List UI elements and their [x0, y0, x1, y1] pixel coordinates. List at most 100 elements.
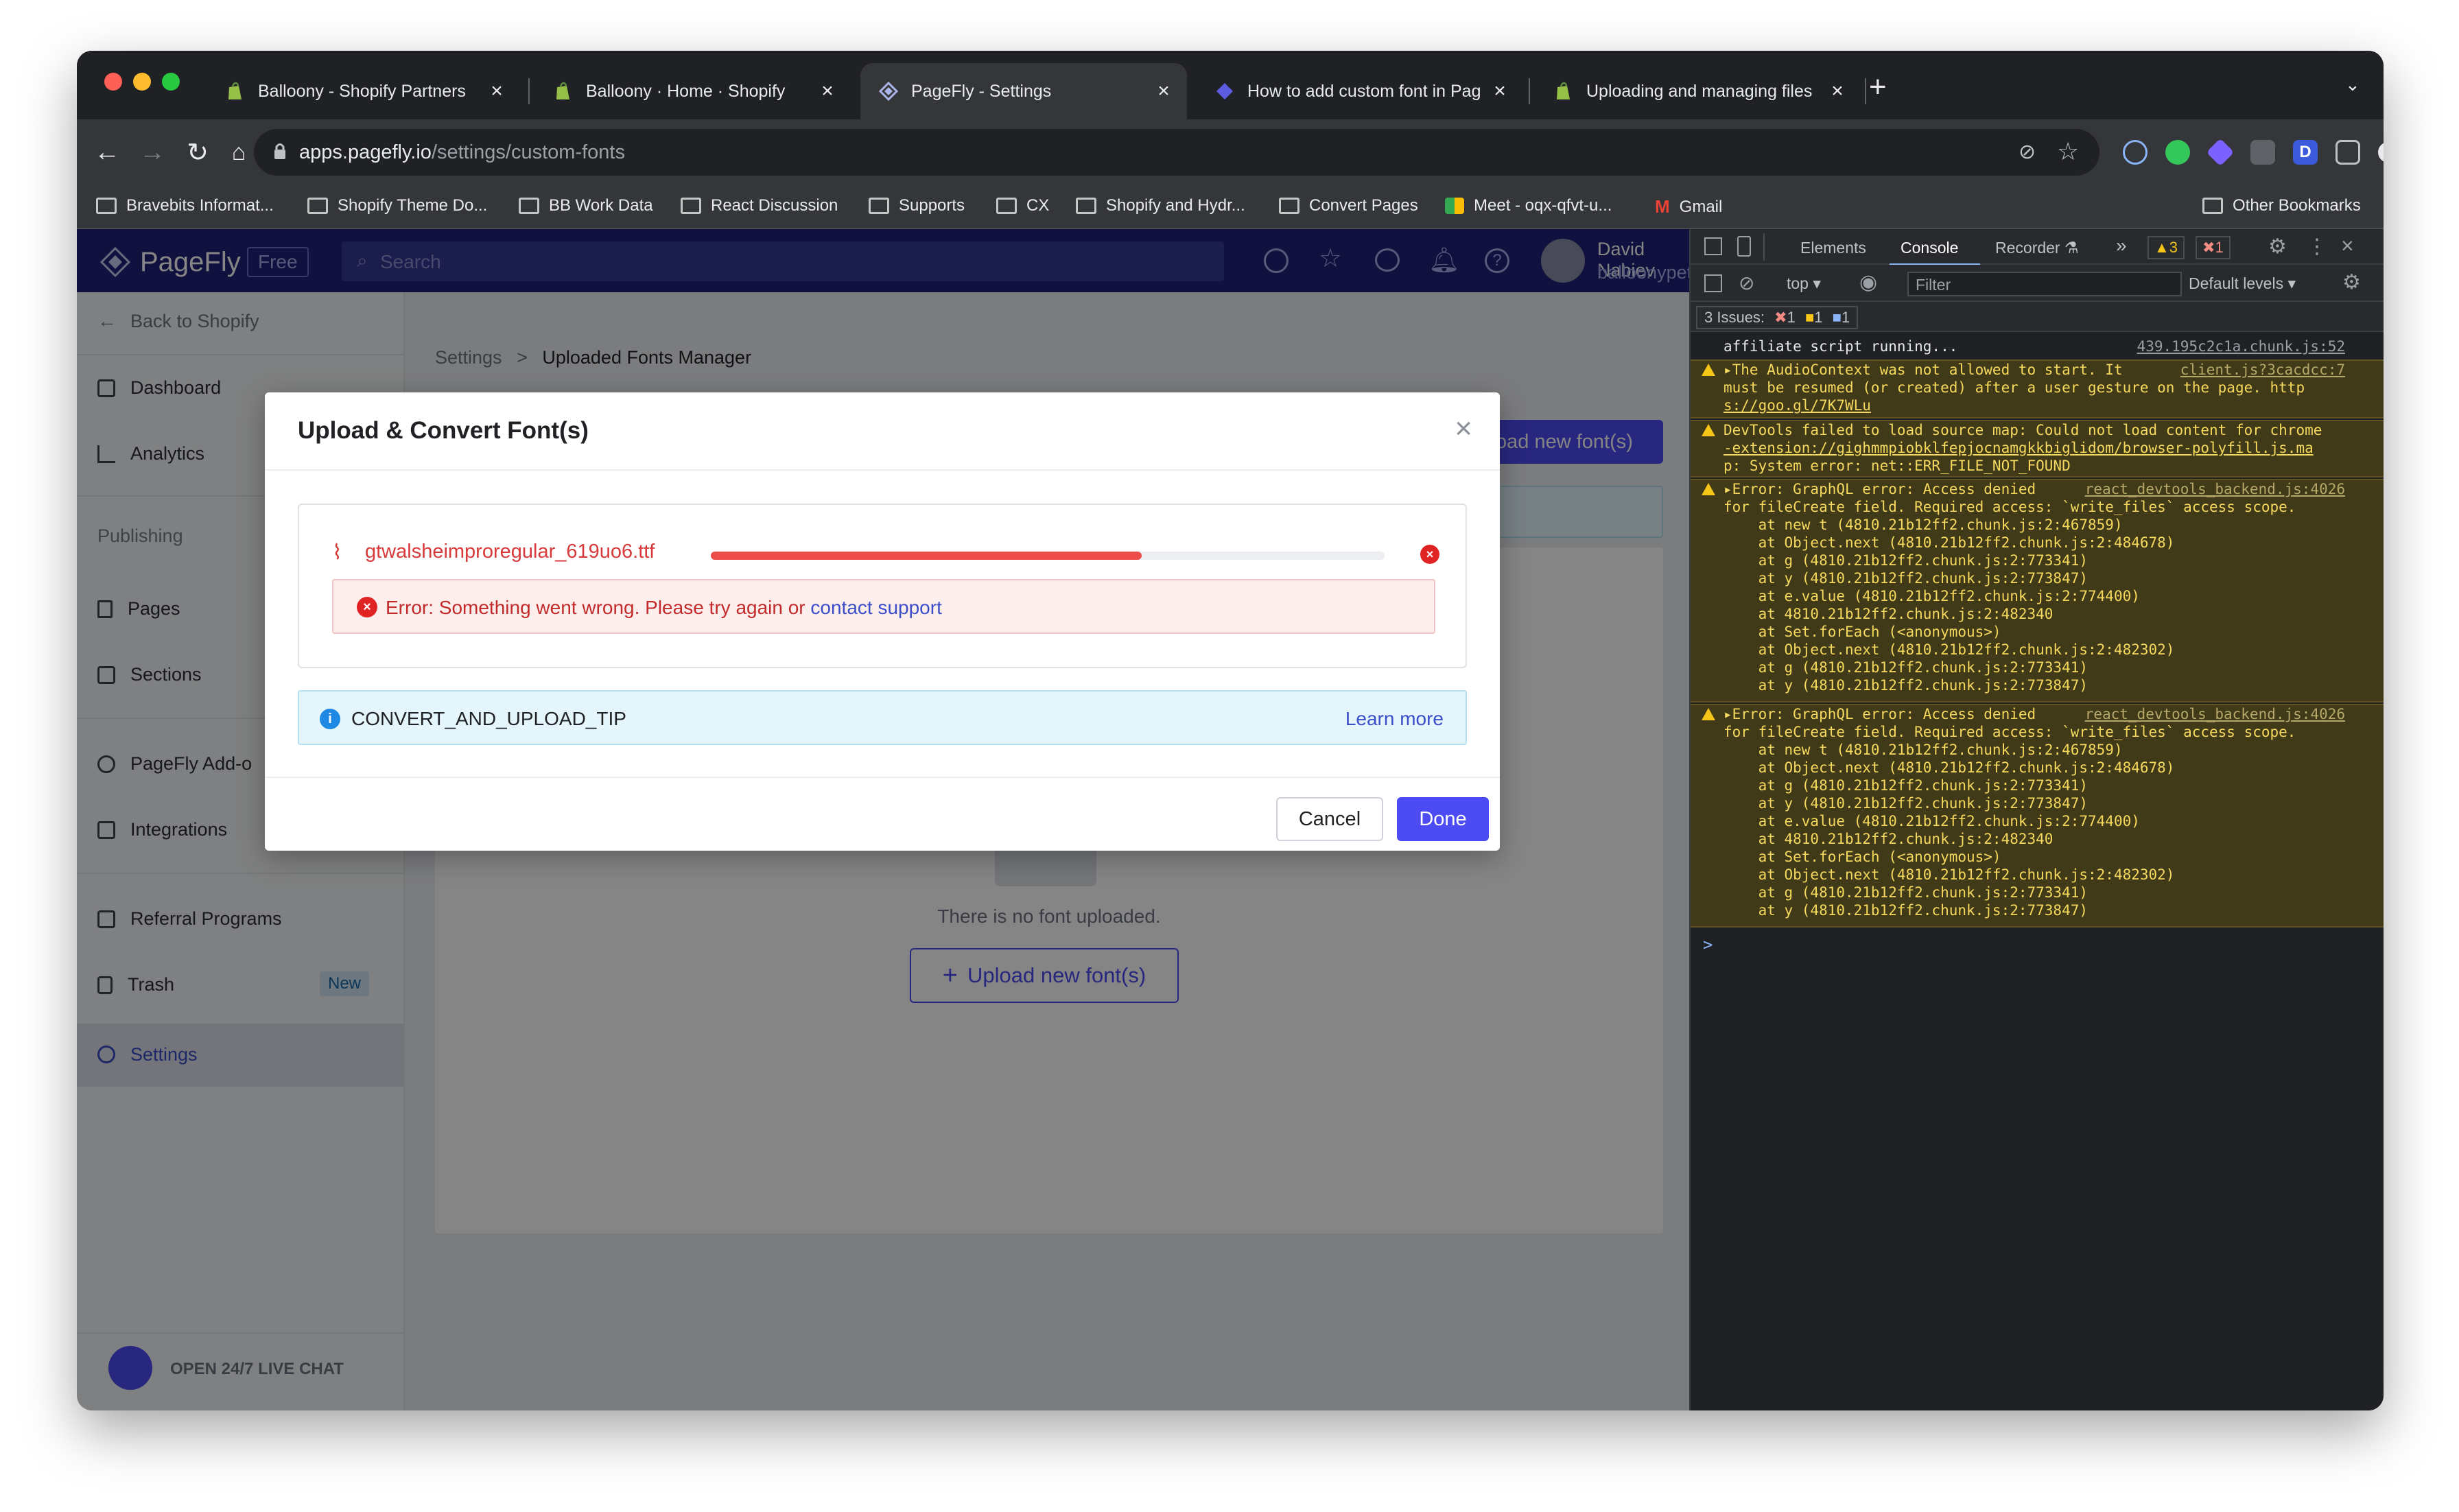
folder-icon — [96, 198, 117, 214]
stack-frame[interactable]: at new t (4810.21b12ff2.chunk.js:2:46785… — [1691, 741, 2384, 759]
stack-frame[interactable]: at new t (4810.21b12ff2.chunk.js:2:46785… — [1691, 516, 2384, 534]
maximize-window-button[interactable] — [162, 73, 180, 91]
remove-file-icon[interactable]: × — [1420, 545, 1439, 564]
stack-frame[interactable]: at y (4810.21b12ff2.chunk.js:2:773847) — [1691, 794, 2384, 812]
gear-icon[interactable]: ⚙ — [2342, 270, 2361, 294]
contact-support-link[interactable]: contact support — [810, 597, 941, 618]
stack-frame[interactable]: at g (4810.21b12ff2.chunk.js:2:773341) — [1691, 777, 2384, 794]
bookmark-item[interactable]: CX — [996, 196, 1049, 215]
bookmark-item[interactable]: Bravebits Informat... — [96, 196, 274, 215]
tab-label: Balloony · Home · Shopify — [586, 81, 786, 101]
google-meet-icon — [1445, 198, 1464, 214]
stack-frame[interactable]: at 4810.21b12ff2.chunk.js:2:482340 — [1691, 830, 2384, 848]
d-extension-icon[interactable]: D — [2293, 140, 2318, 165]
forward-arrow-icon[interactable]: → — [134, 134, 170, 170]
stack-frame[interactable]: at Object.next (4810.21b12ff2.chunk.js:2… — [1691, 759, 2384, 777]
close-icon[interactable]: × — [1486, 80, 1514, 103]
tab-pagefly-settings[interactable]: PageFly - Settings × — [860, 63, 1187, 119]
close-icon[interactable]: × — [1824, 80, 1851, 103]
new-tab-button[interactable]: + — [1869, 70, 1887, 104]
extension-green-icon[interactable] — [2165, 140, 2190, 165]
tab-shopify-home[interactable]: Balloony · Home · Shopify × — [535, 63, 851, 119]
bookmark-item[interactable]: Shopify and Hydr... — [1076, 196, 1245, 215]
bookmark-item[interactable]: Convert Pages — [1279, 196, 1418, 215]
more-tabs-icon[interactable]: » — [2116, 235, 2127, 257]
error-count-badge[interactable]: ✖1 — [2196, 236, 2231, 259]
stack-frame[interactable]: at g (4810.21b12ff2.chunk.js:2:773341) — [1691, 659, 2384, 676]
tab-uploading-files[interactable]: Uploading and managing files × — [1536, 63, 1861, 119]
code-extension-icon[interactable] — [2250, 140, 2275, 165]
stack-frame[interactable]: at g (4810.21b12ff2.chunk.js:2:773341) — [1691, 552, 2384, 569]
sidebar-toggle-icon[interactable] — [1704, 274, 1722, 292]
console-log: affiliate script running... 439.195c2c1a… — [1691, 332, 2384, 1410]
stack-frame[interactable]: at 4810.21b12ff2.chunk.js:2:482340 — [1691, 605, 2384, 623]
pagefly-extension-icon[interactable] — [2206, 138, 2235, 167]
address-bar[interactable]: apps.pagefly.io/settings/custom-fonts ⊘ … — [254, 129, 2099, 176]
stack-frame[interactable]: at Object.next (4810.21b12ff2.chunk.js:2… — [1691, 534, 2384, 552]
log-source-link[interactable]: react_devtools_backend.js:4026 — [2085, 480, 2345, 498]
kebab-menu-icon[interactable]: ⋮ — [2307, 235, 2327, 259]
minimize-window-button[interactable] — [133, 73, 151, 91]
log-line[interactable]: -extension://gighmmpiobklfepjocnamgkkbig… — [1691, 439, 2384, 457]
screen-extension-icon[interactable] — [2336, 140, 2360, 165]
eye-off-icon[interactable]: ⊘ — [2019, 140, 2036, 164]
tab-elements[interactable]: Elements — [1800, 239, 1866, 257]
chevron-down-icon[interactable]: ⌄ — [2345, 74, 2360, 95]
warning-count-badge[interactable]: ▲3 — [2148, 236, 2185, 259]
bookmark-item[interactable]: Meet - oqx-qfvt-u... — [1445, 196, 1612, 215]
contrast-extension-icon[interactable] — [2378, 142, 2384, 163]
console-filter-input[interactable]: Filter — [1907, 272, 2182, 296]
log-line[interactable]: s://goo.gl/7K7WLu — [1691, 397, 2384, 414]
learn-more-link[interactable]: Learn more — [1345, 708, 1444, 730]
stack-frame[interactable]: at y (4810.21b12ff2.chunk.js:2:773847) — [1691, 901, 2384, 919]
close-icon[interactable]: × — [2341, 233, 2354, 259]
device-toolbar-icon[interactable] — [1737, 236, 1751, 257]
close-icon[interactable]: × — [1150, 80, 1177, 103]
other-bookmarks[interactable]: Other Bookmarks — [2202, 196, 2361, 215]
done-button[interactable]: Done — [1397, 797, 1489, 841]
stack-frame[interactable]: at y (4810.21b12ff2.chunk.js:2:773847) — [1691, 676, 2384, 694]
bookmark-item[interactable]: React Discussion — [681, 196, 838, 215]
stack-frame[interactable]: at g (4810.21b12ff2.chunk.js:2:773341) — [1691, 884, 2384, 901]
tab-console[interactable]: Console — [1901, 239, 1958, 257]
cancel-button[interactable]: Cancel — [1276, 797, 1383, 841]
home-icon[interactable]: ⌂ — [221, 134, 257, 170]
stack-frame[interactable]: at Object.next (4810.21b12ff2.chunk.js:2… — [1691, 641, 2384, 659]
log-source-link[interactable]: client.js?3cacdcc:7 — [2180, 361, 2345, 379]
gmail-icon: M — [1655, 196, 1670, 217]
tab-shopify-partners[interactable]: Balloony - Shopify Partners × — [207, 63, 520, 119]
reload-icon[interactable]: ↻ — [180, 134, 215, 170]
log-source-link[interactable]: react_devtools_backend.js:4026 — [2085, 705, 2345, 723]
inspect-icon[interactable] — [1704, 237, 1722, 255]
context-selector[interactable]: top ▾ — [1787, 274, 1821, 293]
stack-frame[interactable]: at y (4810.21b12ff2.chunk.js:2:773847) — [1691, 569, 2384, 587]
issues-summary[interactable]: 3 Issues: ✖1 ■1 ■1 — [1696, 306, 1859, 329]
log-levels-dropdown[interactable]: Default levels ▾ — [2189, 274, 2296, 293]
tab-recorder[interactable]: Recorder ⚗ — [1995, 239, 2079, 257]
tab-label: Balloony - Shopify Partners — [258, 81, 466, 101]
stack-frame[interactable]: at Object.next (4810.21b12ff2.chunk.js:2… — [1691, 866, 2384, 884]
gear-icon[interactable]: ⚙ — [2268, 235, 2287, 259]
log-entry-warning: DevTools failed to load source map: Coul… — [1691, 420, 2384, 477]
back-arrow-icon[interactable]: ← — [89, 134, 125, 170]
stack-frame[interactable]: at e.value (4810.21b12ff2.chunk.js:2:774… — [1691, 587, 2384, 605]
issues-bar: 3 Issues: ✖1 ■1 ■1 — [1691, 302, 2384, 332]
bookmark-label: Supports — [899, 196, 965, 215]
close-icon[interactable]: × — [814, 80, 841, 103]
log-source-link[interactable]: 439.195c2c1a.chunk.js:52 — [2137, 338, 2345, 355]
bookmark-item[interactable]: BB Work Data — [519, 196, 653, 215]
issues-error-icon: ✖ — [1774, 309, 1787, 326]
tab-custom-font-help[interactable]: How to add custom font in Pag × — [1197, 63, 1523, 119]
stack-frame[interactable]: at e.value (4810.21b12ff2.chunk.js:2:774… — [1691, 812, 2384, 830]
star-icon[interactable]: ☆ — [2057, 137, 2079, 166]
close-icon[interactable]: × — [483, 80, 510, 103]
close-window-button[interactable] — [104, 73, 122, 91]
eye-icon[interactable]: ◉ — [1859, 270, 1877, 294]
bookmark-item[interactable]: Supports — [869, 196, 965, 215]
bookmark-item[interactable]: Shopify Theme Do... — [307, 196, 487, 215]
console-prompt[interactable]: > — [1703, 936, 1713, 954]
bookmark-item[interactable]: M Gmail — [1655, 196, 1722, 217]
close-icon[interactable]: × — [1455, 412, 1472, 446]
clear-console-icon[interactable]: ⊘ — [1739, 272, 1754, 294]
react-devtools-icon[interactable] — [2123, 140, 2148, 165]
